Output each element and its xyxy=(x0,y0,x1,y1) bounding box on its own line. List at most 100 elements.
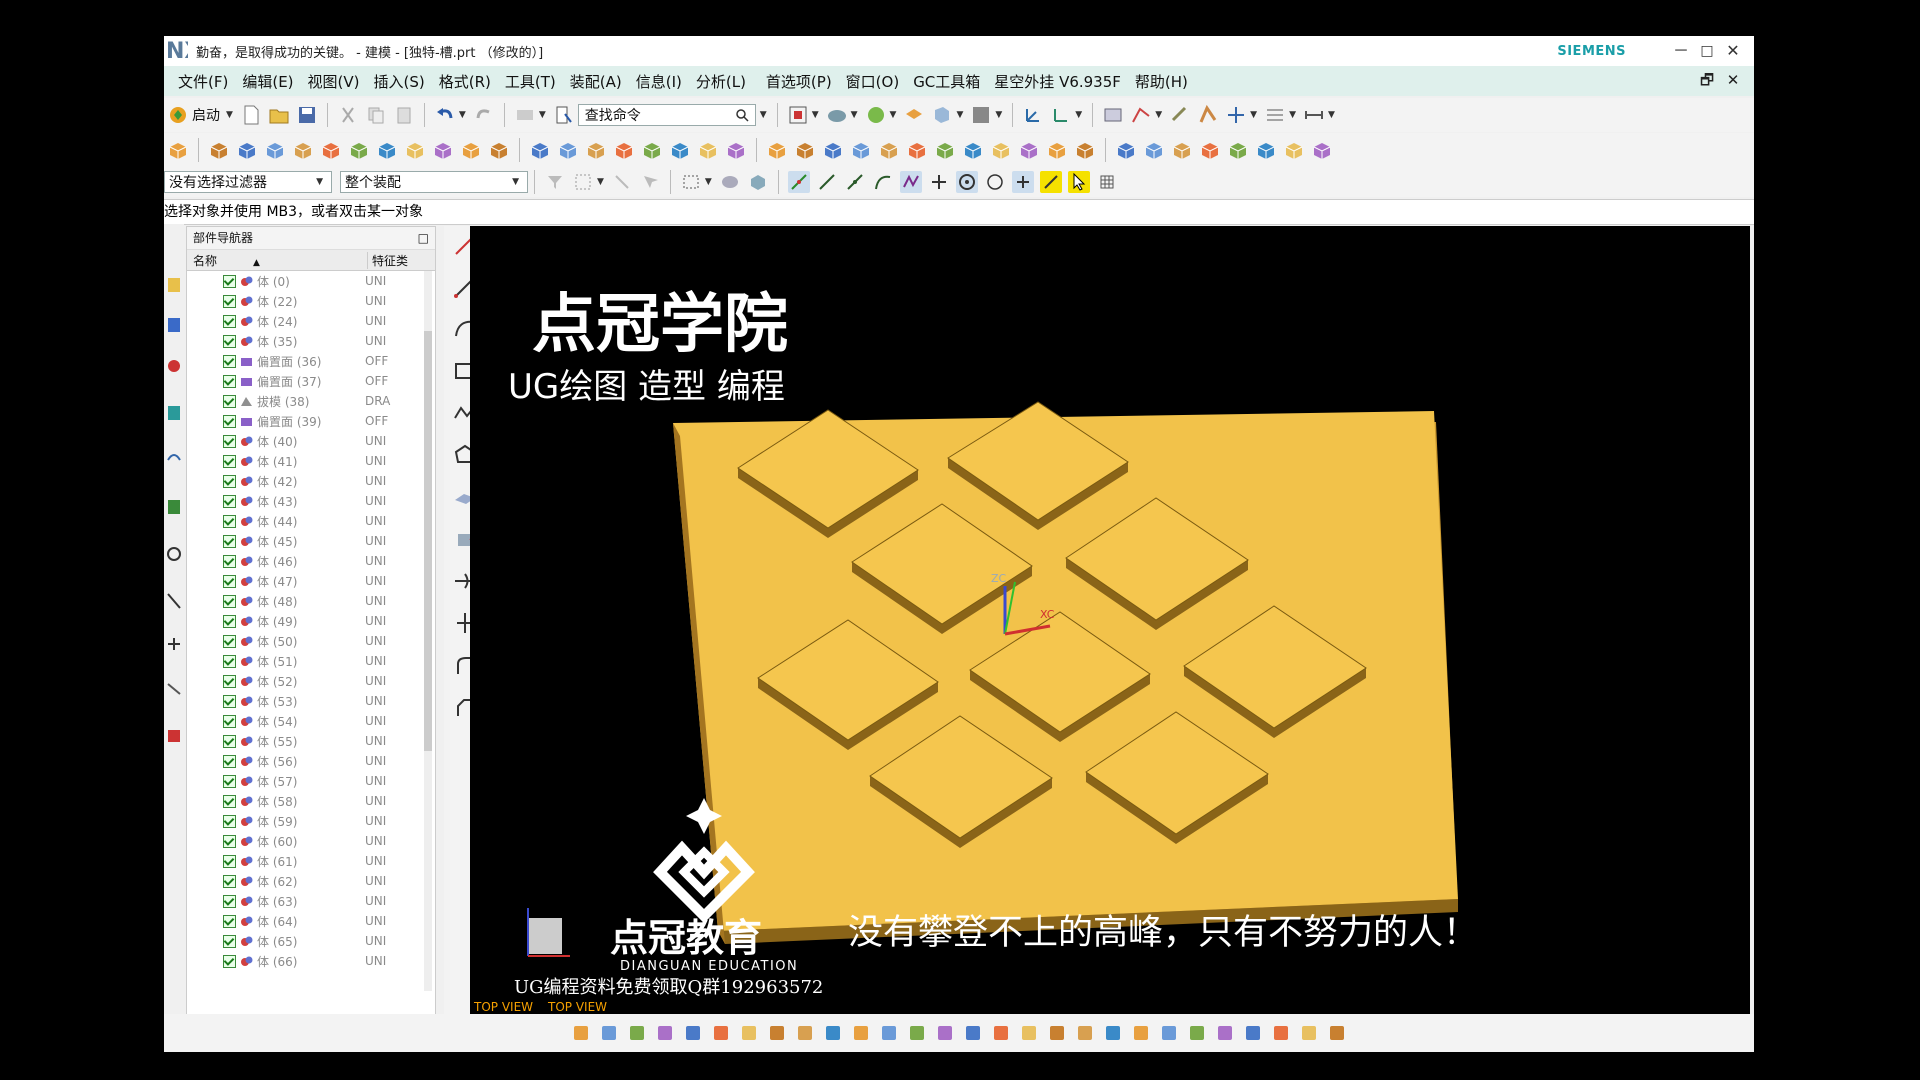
table-row[interactable]: 体 (64) UNI xyxy=(187,911,435,931)
table-row[interactable]: 体 (51) UNI xyxy=(187,651,435,671)
wcs-orient-icon[interactable] xyxy=(1050,104,1072,126)
layer-icon[interactable] xyxy=(903,104,925,126)
arrow-right-icon[interactable] xyxy=(682,1022,704,1044)
visibility-checkbox[interactable] xyxy=(223,794,236,808)
table-row[interactable]: 体 (53) UNI xyxy=(187,691,435,711)
table-row[interactable]: 体 (63) UNI xyxy=(187,891,435,911)
wcs-icon[interactable] xyxy=(1022,104,1044,126)
visibility-checkbox[interactable] xyxy=(223,614,236,628)
bridge-icon[interactable] xyxy=(1311,139,1333,161)
snap-line-icon[interactable] xyxy=(816,171,838,193)
groove-icon[interactable] xyxy=(529,139,551,161)
show-body-icon[interactable] xyxy=(1102,1022,1124,1044)
sew-body-icon[interactable] xyxy=(962,1022,984,1044)
visibility-checkbox[interactable] xyxy=(223,454,236,468)
hide-body-icon[interactable] xyxy=(1074,1022,1096,1044)
menu-item-6[interactable]: 装配(A) xyxy=(570,71,622,92)
visibility-checkbox[interactable] xyxy=(223,874,236,888)
pocket-icon[interactable] xyxy=(432,139,454,161)
trim-body-icon[interactable] xyxy=(878,139,900,161)
boss-icon[interactable] xyxy=(404,139,426,161)
visibility-checkbox[interactable] xyxy=(223,774,236,788)
visibility-checkbox[interactable] xyxy=(223,474,236,488)
snap-on-curve-icon[interactable] xyxy=(1039,171,1062,193)
cone-icon[interactable] xyxy=(264,139,286,161)
menu-item-7[interactable]: 信息(I) xyxy=(636,71,682,92)
sketch-icon[interactable] xyxy=(1130,104,1152,126)
snap-center-icon[interactable] xyxy=(955,171,978,193)
menu-item-9[interactable]: 首选项(P) xyxy=(766,71,832,92)
thicken-icon[interactable] xyxy=(669,139,691,161)
offset-region-icon[interactable] xyxy=(1115,139,1137,161)
menu-item-1[interactable]: 编辑(E) xyxy=(242,71,293,92)
resize-face-icon[interactable] xyxy=(1074,139,1096,161)
table-row[interactable]: 体 (45) UNI xyxy=(187,531,435,551)
select-pointer-icon[interactable] xyxy=(1067,171,1090,193)
table-row[interactable]: 体 (56) UNI xyxy=(187,751,435,771)
graphics-viewport[interactable]: ZC XC 点冠学院 UG绘图 造型 编程 点冠教育 DIANGUAN EDUC… xyxy=(470,226,1750,1014)
replace-icon[interactable] xyxy=(822,1022,844,1044)
table-row[interactable]: 偏置面 (39) OFF xyxy=(187,411,435,431)
edit-body-icon[interactable] xyxy=(990,1022,1012,1044)
paint-brush-icon[interactable] xyxy=(1298,1022,1320,1044)
touch-mode-icon[interactable] xyxy=(553,104,575,126)
inspect-icon[interactable] xyxy=(878,1022,900,1044)
replace-face-icon[interactable] xyxy=(990,139,1012,161)
unite-icon[interactable] xyxy=(794,139,816,161)
sew-icon[interactable] xyxy=(934,139,956,161)
menu-item-10[interactable]: 窗口(O) xyxy=(846,71,900,92)
menu-item-5[interactable]: 工具(T) xyxy=(505,71,556,92)
doc-restore-button[interactable]: 🗗 xyxy=(1696,69,1718,91)
visibility-checkbox[interactable] xyxy=(223,434,236,448)
table-row[interactable]: 体 (24) UNI xyxy=(187,311,435,331)
visibility-checkbox[interactable] xyxy=(223,634,236,648)
sweep-icon[interactable] xyxy=(794,1022,816,1044)
table-row[interactable]: 偏置面 (36) OFF xyxy=(187,351,435,371)
select-face-icon[interactable] xyxy=(747,171,769,193)
menu-item-4[interactable]: 格式(R) xyxy=(439,71,491,92)
hole-icon[interactable] xyxy=(376,139,398,161)
snap-point-icon[interactable] xyxy=(1011,171,1034,193)
menu-item-12[interactable]: 星空外挂 V6.935F xyxy=(994,71,1121,92)
visibility-checkbox[interactable] xyxy=(223,694,236,708)
sphere-icon[interactable] xyxy=(292,139,314,161)
start-menu-button[interactable]: 启动 xyxy=(192,105,220,125)
menu-item-13[interactable]: 帮助(H) xyxy=(1135,71,1188,92)
view-orient-icon[interactable] xyxy=(931,104,953,126)
select-body-icon[interactable] xyxy=(719,171,741,193)
fit-view-icon[interactable] xyxy=(787,104,809,126)
snap-midpoint-icon[interactable] xyxy=(844,171,866,193)
table-row[interactable]: 体 (47) UNI xyxy=(187,571,435,591)
cut-icon[interactable] xyxy=(337,104,359,126)
snap-control-icon[interactable] xyxy=(899,171,922,193)
visibility-checkbox[interactable] xyxy=(223,654,236,668)
visibility-checkbox[interactable] xyxy=(223,374,236,388)
visibility-checkbox[interactable] xyxy=(223,574,236,588)
chamfer-icon[interactable] xyxy=(585,139,607,161)
visibility-checkbox[interactable] xyxy=(223,674,236,688)
snap-intersection-icon[interactable] xyxy=(928,171,950,193)
delete-face-icon[interactable] xyxy=(1046,139,1068,161)
dimension-icon[interactable] xyxy=(1303,104,1325,126)
transform-icon[interactable] xyxy=(710,1022,732,1044)
patch-icon[interactable] xyxy=(962,139,984,161)
snap-quadrant-icon[interactable] xyxy=(984,171,1006,193)
open-folder-icon[interactable] xyxy=(268,104,290,126)
visibility-checkbox[interactable] xyxy=(223,414,236,428)
table-row[interactable]: 体 (0) UNI xyxy=(187,271,435,291)
visibility-checkbox[interactable] xyxy=(223,494,236,508)
visibility-checkbox[interactable] xyxy=(223,894,236,908)
analysis-icon[interactable] xyxy=(1197,104,1219,126)
table-row[interactable]: 体 (40) UNI xyxy=(187,431,435,451)
visibility-checkbox[interactable] xyxy=(223,914,236,928)
select-feature-icon[interactable] xyxy=(572,171,594,193)
sphere-icon[interactable] xyxy=(865,104,887,126)
menu-item-8[interactable]: 分析(L) xyxy=(696,71,746,92)
visibility-checkbox[interactable] xyxy=(223,534,236,548)
command-search-input[interactable]: 查找命令 xyxy=(577,104,756,126)
slot-icon[interactable] xyxy=(488,139,510,161)
subtract-icon[interactable] xyxy=(822,139,844,161)
rectangle-select-icon[interactable] xyxy=(680,171,702,193)
visibility-checkbox[interactable] xyxy=(223,934,236,948)
circle-icon[interactable] xyxy=(1326,1022,1348,1044)
